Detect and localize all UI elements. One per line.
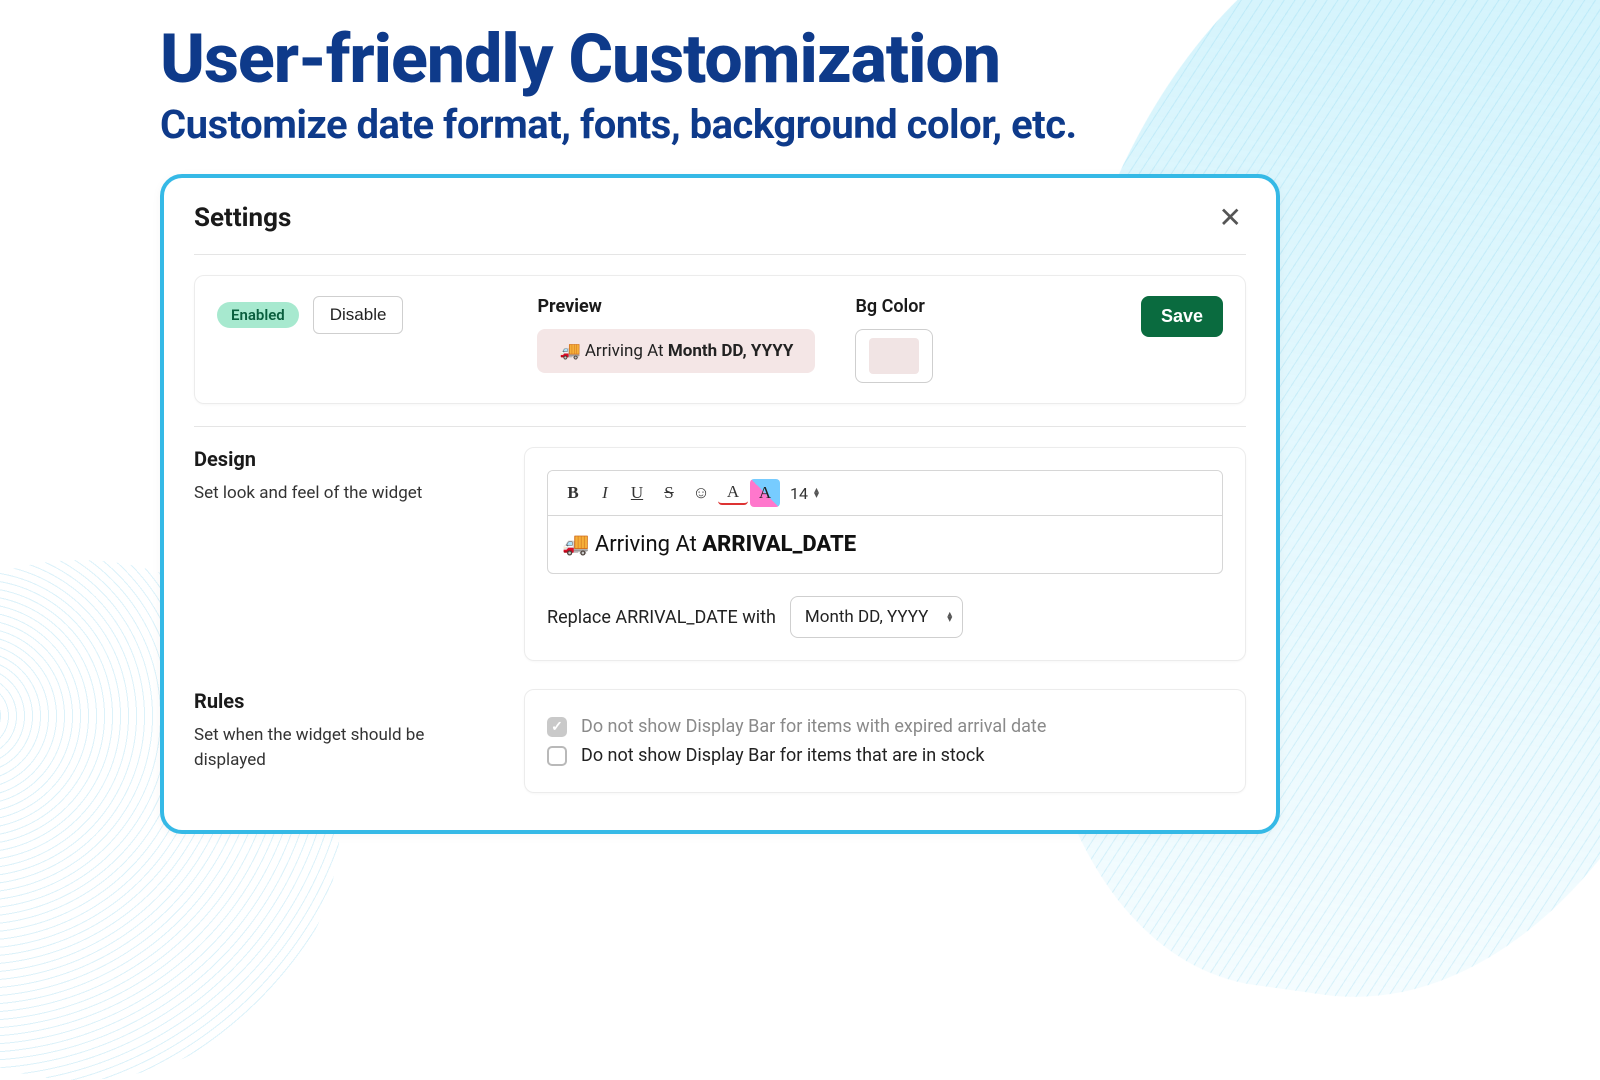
date-format-value: Month DD, YYYY xyxy=(805,607,928,627)
text-color-button[interactable]: A xyxy=(718,481,748,505)
stepper-icon: ▴▾ xyxy=(814,488,819,498)
preview-date: Month DD, YYYY xyxy=(668,341,794,361)
italic-button[interactable]: I xyxy=(590,479,620,507)
hero-subtitle: Customize date format, fonts, background… xyxy=(160,101,1440,148)
design-heading: Design xyxy=(194,447,484,471)
emoji-button[interactable]: ☺ xyxy=(686,479,716,507)
editor-prefix-text: Arriving At xyxy=(595,532,702,557)
divider xyxy=(194,254,1246,255)
close-icon[interactable]: ✕ xyxy=(1215,200,1246,236)
bgcolor-picker[interactable] xyxy=(855,329,933,383)
date-format-select[interactable]: Month DD, YYYY ▴▾ xyxy=(790,596,963,638)
font-size-select[interactable]: 14 ▴▾ xyxy=(790,484,819,503)
underline-button[interactable]: U xyxy=(622,479,652,507)
preview-pill: 🚚 Arriving At Month DD, YYYY xyxy=(537,329,815,373)
preview-prefix: Arriving At xyxy=(585,341,668,361)
divider xyxy=(194,426,1246,427)
rule2-checkbox[interactable] xyxy=(547,746,567,766)
strikethrough-button[interactable]: S xyxy=(654,479,684,507)
rule2-label: Do not show Display Bar for items that a… xyxy=(581,745,984,766)
design-description: Set look and feel of the widget xyxy=(194,481,484,506)
preview-label: Preview xyxy=(537,296,815,317)
bgcolor-swatch xyxy=(869,338,919,374)
editor-toolbar: B I U S ☺ A A 14 ▴▾ xyxy=(548,471,1222,516)
truck-icon: 🚚 xyxy=(562,532,589,557)
modal-title: Settings xyxy=(194,203,291,233)
editor-content[interactable]: 🚚 Arriving At ARRIVAL_DATE xyxy=(548,516,1222,573)
highlight-button[interactable]: A xyxy=(750,479,780,507)
replace-label: Replace ARRIVAL_DATE with xyxy=(547,607,776,628)
status-preview-card: Enabled Disable Preview 🚚 Arriving At Mo… xyxy=(194,275,1246,404)
disable-button[interactable]: Disable xyxy=(313,296,404,334)
rules-description: Set when the widget should be displayed xyxy=(194,723,484,772)
rich-text-editor: B I U S ☺ A A 14 ▴▾ xyxy=(547,470,1223,574)
enabled-badge: Enabled xyxy=(217,302,299,328)
rules-heading: Rules xyxy=(194,689,484,713)
settings-modal: Settings ✕ Enabled Disable Preview 🚚 Arr… xyxy=(160,174,1280,834)
save-button[interactable]: Save xyxy=(1141,296,1223,337)
bgcolor-label: Bg Color xyxy=(855,296,933,317)
font-size-value: 14 xyxy=(790,484,808,503)
truck-icon: 🚚 xyxy=(559,341,580,361)
hero-title: User-friendly Customization xyxy=(160,24,1440,95)
bold-button[interactable]: B xyxy=(558,479,588,507)
chevron-updown-icon: ▴▾ xyxy=(947,612,952,622)
rule1-checkbox[interactable] xyxy=(547,717,567,737)
editor-token: ARRIVAL_DATE xyxy=(702,532,856,557)
rule1-label: Do not show Display Bar for items with e… xyxy=(581,716,1046,737)
